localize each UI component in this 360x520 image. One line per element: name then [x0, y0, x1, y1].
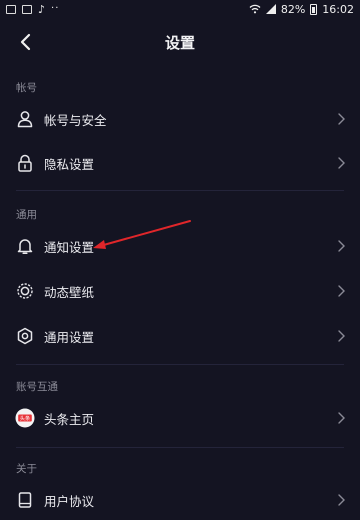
- settings-item-notifications[interactable]: 通知设置: [0, 226, 360, 266]
- chevron-right-icon: [338, 240, 345, 252]
- settings-item-label: 用户协议: [44, 493, 95, 509]
- message-icon: [22, 4, 32, 14]
- wallpaper-icon: [15, 281, 35, 301]
- bell-icon: [15, 236, 35, 256]
- settings-item-privacy[interactable]: 隐私设置: [0, 143, 360, 183]
- wifi-icon: [249, 4, 261, 14]
- section-label-account-link: 账号互通: [16, 381, 58, 393]
- chevron-right-icon: [338, 113, 345, 125]
- book-icon: [15, 490, 35, 510]
- section-label-account: 帐号: [16, 82, 37, 94]
- settings-item-label: 头条主页: [44, 411, 95, 427]
- user-icon: [15, 109, 35, 129]
- chevron-right-icon: [338, 494, 345, 506]
- chevron-right-icon: [338, 412, 345, 424]
- settings-item-general-settings[interactable]: 通用设置: [0, 316, 360, 356]
- battery-icon: [310, 3, 318, 15]
- gallery-icon: [6, 4, 16, 14]
- settings-item-label: 动态壁纸: [44, 284, 95, 300]
- toutiao-icon: 头条: [15, 408, 35, 428]
- status-bar: ♪ ·· 82% 16:02: [0, 0, 360, 18]
- chevron-right-icon: [338, 285, 345, 297]
- lock-icon: [15, 153, 35, 173]
- settings-item-label: 通知设置: [44, 239, 95, 255]
- signal-icon: [265, 4, 276, 14]
- page-title: 设置: [164, 34, 195, 52]
- chevron-right-icon: [338, 157, 345, 169]
- settings-item-label: 帐号与安全: [44, 112, 107, 128]
- settings-item-label: 通用设置: [44, 329, 95, 345]
- tiktok-icon: ♪: [38, 2, 46, 16]
- header: 设置: [0, 22, 360, 62]
- settings-item-live-wallpaper[interactable]: 动态壁纸: [0, 271, 360, 311]
- section-divider: [16, 447, 344, 448]
- section-divider: [16, 190, 344, 191]
- settings-item-user-agreement[interactable]: 用户协议: [0, 480, 360, 520]
- section-divider: [16, 364, 344, 365]
- gear-icon: [15, 326, 35, 346]
- chevron-right-icon: [338, 330, 345, 342]
- settings-item-account-security[interactable]: 帐号与安全: [0, 99, 360, 139]
- battery-percent: 82%: [280, 2, 306, 16]
- settings-item-toutiao-home[interactable]: 头条 头条主页: [0, 398, 360, 438]
- section-label-about: 关于: [16, 463, 37, 475]
- clock: 16:02: [322, 2, 354, 16]
- more-notifications-icon: ··: [51, 3, 60, 14]
- settings-item-label: 隐私设置: [44, 156, 95, 172]
- section-label-general: 通用: [16, 209, 37, 221]
- svg-text:头条: 头条: [20, 414, 30, 422]
